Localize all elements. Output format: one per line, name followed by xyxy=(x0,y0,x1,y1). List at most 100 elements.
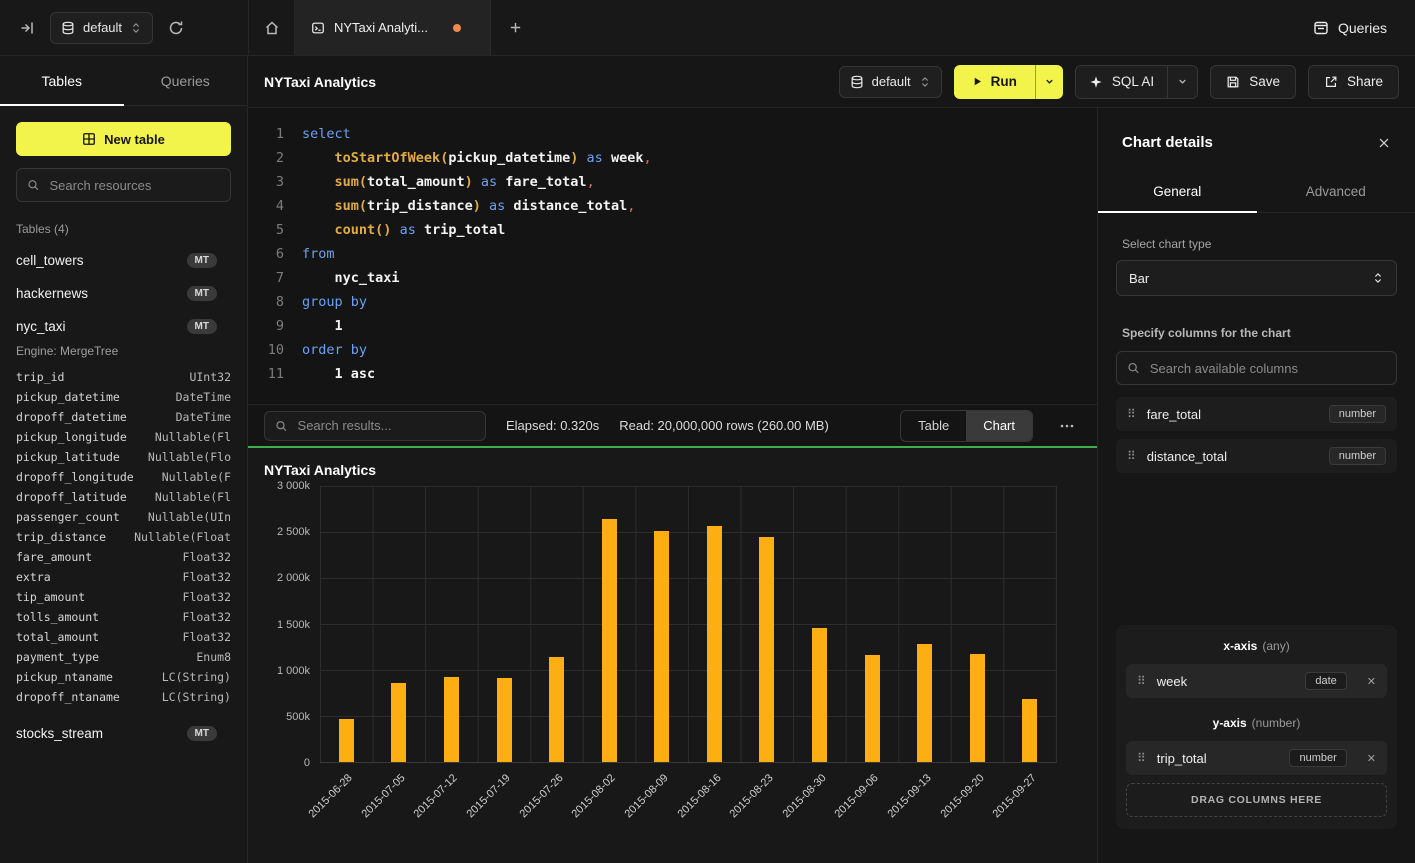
database-icon xyxy=(61,21,75,35)
code-line: 1select xyxy=(248,122,1097,146)
query-actions: default Run xyxy=(839,65,1399,99)
column-name: distance_total xyxy=(1147,449,1227,464)
chart-bar[interactable] xyxy=(444,677,459,762)
tab-tables[interactable]: Tables xyxy=(0,56,124,105)
table-engine: Engine: MergeTree xyxy=(16,344,231,358)
line-number: 1 xyxy=(248,122,284,146)
bar-slot xyxy=(741,486,794,762)
column-type: Float32 xyxy=(183,590,231,604)
query-tab-nytaxi[interactable]: NYTaxi Analyti... xyxy=(295,0,491,55)
editor-column: 1select2 toStartOfWeek(pickup_datetime) … xyxy=(248,108,1097,863)
chart-bar[interactable] xyxy=(339,719,354,762)
remove-column-icon[interactable]: ✕ xyxy=(1367,675,1376,688)
chart-bar[interactable] xyxy=(759,537,774,762)
topbar-database-selector[interactable]: default xyxy=(50,12,153,44)
code-line: 7 nyc_taxi xyxy=(248,266,1097,290)
chart-type-select[interactable]: Bar xyxy=(1116,260,1397,296)
code-text: sum(total_amount) as fare_total, xyxy=(302,170,595,194)
table-row[interactable]: stocks_streamMT xyxy=(16,717,231,750)
chart-bar[interactable] xyxy=(970,654,985,762)
home-button[interactable] xyxy=(249,0,295,55)
share-icon xyxy=(1324,75,1338,89)
save-button[interactable]: Save xyxy=(1210,65,1296,99)
chart-type-label: Select chart type xyxy=(1122,237,1391,251)
resource-search-input[interactable] xyxy=(47,177,220,194)
sidebar-tabs: Tables Queries xyxy=(0,56,247,106)
search-icon xyxy=(27,178,39,192)
chart-bar[interactable] xyxy=(865,655,880,762)
tab-general[interactable]: General xyxy=(1098,171,1257,212)
database-selector-value: default xyxy=(83,20,122,35)
column-name: payment_type xyxy=(16,650,99,664)
code-line: 8group by xyxy=(248,290,1097,314)
table-row[interactable]: cell_towersMT xyxy=(16,244,231,277)
collapse-sidebar-icon xyxy=(19,20,35,36)
close-panel-button[interactable] xyxy=(1377,136,1391,150)
chart-bar[interactable] xyxy=(549,657,564,762)
tab-queries[interactable]: Queries xyxy=(124,56,248,105)
line-number: 5 xyxy=(248,218,284,242)
code-text: group by xyxy=(302,290,367,314)
chart-bar[interactable] xyxy=(812,628,827,762)
sql-editor[interactable]: 1select2 toStartOfWeek(pickup_datetime) … xyxy=(248,108,1097,404)
chart-bar[interactable] xyxy=(917,644,932,762)
chart-bar[interactable] xyxy=(497,678,512,762)
chart-bar[interactable] xyxy=(654,531,669,762)
column-name: tolls_amount xyxy=(16,610,99,624)
type-badge: number xyxy=(1329,447,1386,465)
x-axis-hint: (any) xyxy=(1262,639,1289,653)
new-table-button[interactable]: New table xyxy=(16,122,231,156)
sidebar: Tables Queries New table Tables (4) cell… xyxy=(0,56,248,863)
axis-column-chip[interactable]: ⠿weekdate✕ xyxy=(1126,664,1387,698)
view-toggle-chart[interactable]: Chart xyxy=(966,411,1032,441)
queries-button[interactable]: Queries xyxy=(1307,19,1393,37)
table-row[interactable]: hackernewsMT xyxy=(16,277,231,310)
drag-handle-icon[interactable]: ⠿ xyxy=(1137,752,1146,764)
column-name: trip_id xyxy=(16,370,64,384)
drag-handle-icon[interactable]: ⠿ xyxy=(1127,408,1136,420)
drag-handle-icon[interactable]: ⠿ xyxy=(1127,450,1136,462)
run-options-button[interactable] xyxy=(1035,65,1063,99)
tab-queries-label: Queries xyxy=(161,73,210,89)
column-name: pickup_datetime xyxy=(16,390,120,404)
sql-ai-options-button[interactable] xyxy=(1167,66,1197,98)
available-column[interactable]: ⠿ distance_total number xyxy=(1116,439,1397,473)
column-row: total_amountFloat32 xyxy=(16,627,231,647)
bar-slot xyxy=(898,486,951,762)
search-icon xyxy=(1127,361,1140,375)
drag-handle-icon[interactable]: ⠿ xyxy=(1137,675,1146,687)
results-search-input[interactable] xyxy=(296,417,475,434)
bar-slot xyxy=(583,486,636,762)
run-button[interactable]: Run xyxy=(954,65,1035,99)
x-axis-label: x-axis xyxy=(1223,639,1257,653)
column-type: UInt32 xyxy=(189,370,231,384)
columns-search-input[interactable] xyxy=(1148,360,1386,377)
chart-bar[interactable] xyxy=(602,519,617,762)
chart-plot xyxy=(320,486,1057,763)
column-row: tolls_amountFloat32 xyxy=(16,607,231,627)
code-text: 1 asc xyxy=(302,362,375,386)
more-options-button[interactable] xyxy=(1053,417,1081,435)
code-line: 9 1 xyxy=(248,314,1097,338)
query-database-selector[interactable]: default xyxy=(839,66,942,98)
sql-ai-button[interactable]: SQL AI xyxy=(1076,66,1167,98)
save-button-label: Save xyxy=(1249,74,1280,89)
chart-bar[interactable] xyxy=(1022,699,1037,762)
drop-zone[interactable]: DRAG COLUMNS HERE xyxy=(1126,783,1387,817)
bar-slot xyxy=(320,486,373,762)
new-tab-button[interactable] xyxy=(491,0,539,55)
chart-bar[interactable] xyxy=(707,526,722,762)
tab-advanced[interactable]: Advanced xyxy=(1257,171,1415,212)
collapse-sidebar-button[interactable] xyxy=(12,13,42,43)
remove-column-icon[interactable]: ✕ xyxy=(1367,752,1376,765)
y-tick-label: 1 000k xyxy=(277,665,310,677)
table-row[interactable]: nyc_taxiMT xyxy=(16,310,231,343)
axis-column-chip[interactable]: ⠿trip_totalnumber✕ xyxy=(1126,741,1387,775)
refresh-button[interactable] xyxy=(161,13,191,43)
view-toggle-table[interactable]: Table xyxy=(901,411,966,441)
chart-bar[interactable] xyxy=(391,683,406,762)
code-line: 3 sum(total_amount) as fare_total, xyxy=(248,170,1097,194)
share-button[interactable]: Share xyxy=(1308,65,1399,99)
available-column[interactable]: ⠿fare_totalnumber xyxy=(1116,397,1397,431)
line-number: 6 xyxy=(248,242,284,266)
